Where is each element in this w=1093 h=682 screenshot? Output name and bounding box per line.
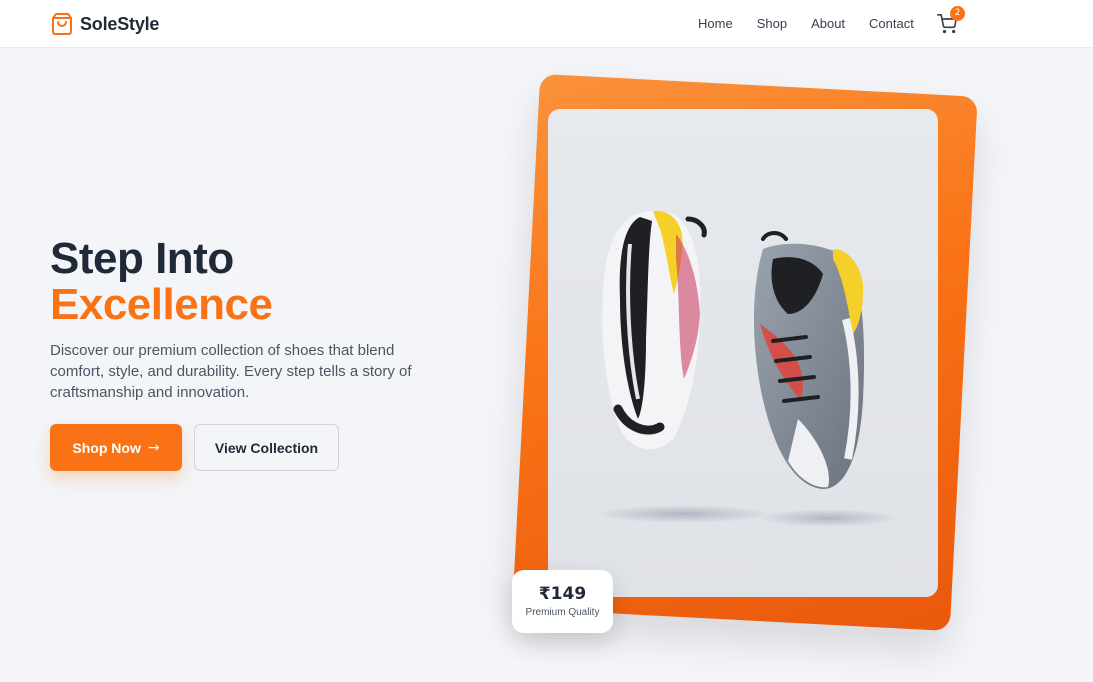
left-sneaker	[602, 210, 707, 450]
price-label: Premium Quality	[525, 607, 600, 618]
view-collection-button[interactable]: View Collection	[194, 424, 339, 471]
shop-now-button[interactable]: Shop Now →	[50, 424, 182, 471]
nav-link-shop[interactable]: Shop	[757, 16, 787, 32]
brand-name: SoleStyle	[80, 13, 160, 34]
shopping-bag-icon	[52, 13, 72, 35]
hero-description: Discover our premium collection of shoes…	[50, 342, 412, 401]
nav-link-home[interactable]: Home	[698, 16, 733, 32]
brand-logo[interactable]: SoleStyle	[50, 12, 159, 36]
product-price: ₹149	[538, 584, 587, 604]
hero-buttons: Shop Now → View Collection	[50, 424, 339, 471]
hero-title-line1: Step Into	[50, 234, 234, 283]
hero-title: Step Into Excellence	[50, 236, 450, 328]
sneaker-photo	[548, 109, 938, 597]
right-sneaker	[753, 231, 865, 489]
sneaker-illustration	[593, 210, 898, 527]
hero-title-highlight: Excellence	[50, 280, 273, 329]
nav-link-about[interactable]: About	[811, 16, 845, 32]
price-card: ₹149 Premium Quality	[512, 570, 613, 633]
arrow-right-icon: →	[147, 439, 160, 456]
navbar: SoleStyle Home Shop About Contact 2	[0, 0, 1093, 48]
hero-text: Step Into Excellence Discover our premiu…	[50, 236, 450, 403]
cart-button[interactable]: 2	[937, 6, 965, 36]
shop-now-label: Shop Now	[72, 439, 141, 456]
cart-count-badge: 2	[950, 6, 965, 21]
nav-link-contact[interactable]: Contact	[869, 16, 914, 32]
nav-links: Home Shop About Contact	[698, 16, 938, 32]
